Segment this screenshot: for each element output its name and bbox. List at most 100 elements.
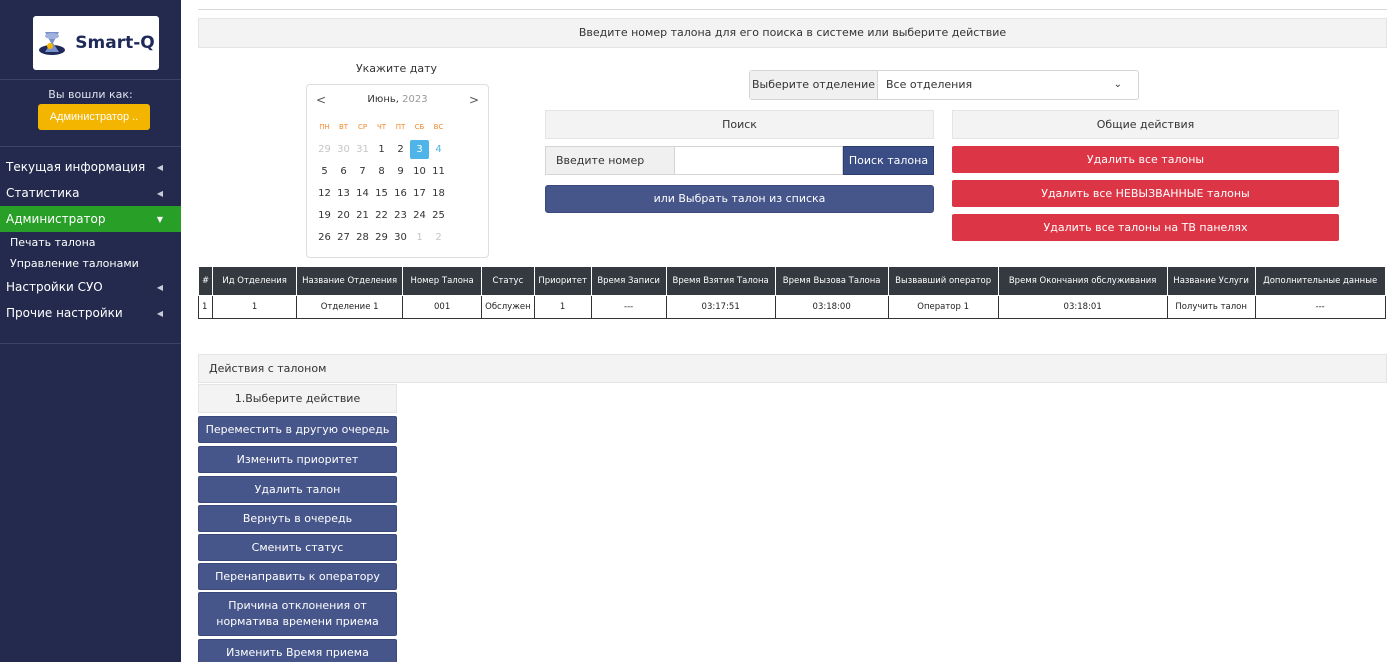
delete-tv-tickets-button[interactable]: Удалить все талоны на ТВ панелях	[952, 214, 1339, 241]
hourglass-logo-icon	[37, 28, 67, 58]
caret-left-icon: ◀	[156, 162, 163, 172]
sidebar-item-current-info[interactable]: Текущая информация ◀	[0, 154, 181, 180]
calendar-day[interactable]: 17	[410, 184, 429, 203]
calendar-day[interactable]: 7	[353, 162, 372, 181]
sidebar-item-label: Прочие настройки	[6, 306, 123, 320]
column-header[interactable]: Время Окончания обслуживания	[997, 266, 1168, 296]
column-header[interactable]: Приоритет	[533, 266, 592, 296]
sidebar-divider	[0, 79, 181, 80]
calendar-day[interactable]: 3	[410, 140, 429, 159]
instruction-banner: Введите номер талона для его поиска в си…	[198, 18, 1387, 48]
calendar-day[interactable]: 26	[315, 228, 334, 247]
calendar-day[interactable]: 20	[334, 206, 353, 225]
sidebar-item-administrator[interactable]: Администратор ▼	[0, 206, 181, 232]
calendar-day[interactable]: 8	[372, 162, 391, 181]
sidebar-item-other-settings[interactable]: Прочие настройки ◀	[0, 300, 181, 326]
column-header[interactable]: Дополнительные данные	[1254, 266, 1386, 296]
calendar-days: 29 30 31 1 2 3 4 5 6 7 8 9 10 11 12 13 14 15 16 17 18 19 20 21 2…	[315, 140, 485, 247]
calendar-day[interactable]: 15	[372, 184, 391, 203]
redirect-to-operator-button[interactable]: Перенаправить к оператору	[198, 563, 397, 590]
search-ticket-button[interactable]: Поиск талона	[843, 146, 934, 175]
calendar-day[interactable]: 12	[315, 184, 334, 203]
table-row[interactable]: 1 1 Отделение 1 001 Обслужен 1 --- 03:17…	[197, 295, 1386, 319]
calendar-day[interactable]: 2	[429, 228, 448, 247]
table-cell: Отделение 1	[296, 295, 404, 319]
delete-uncalled-tickets-button[interactable]: Удалить все НЕВЫЗВАННЫЕ талоны	[952, 180, 1339, 207]
calendar-day[interactable]: 19	[315, 206, 334, 225]
column-header[interactable]: Ид Отделения	[212, 266, 298, 296]
column-header[interactable]: Время Записи	[590, 266, 667, 296]
calendar-day[interactable]: 6	[334, 162, 353, 181]
chevron-right-icon[interactable]: >	[469, 93, 479, 107]
caret-left-icon: ◀	[156, 282, 163, 292]
calendar-day[interactable]: 29	[315, 140, 334, 159]
calendar-day[interactable]: 25	[429, 206, 448, 225]
sidebar-item-suo-settings[interactable]: Настройки СУО ◀	[0, 274, 181, 300]
column-header[interactable]: Время Взятия Талона	[665, 266, 776, 296]
table-header-row: # Ид Отделения Название Отделения Номер …	[197, 266, 1386, 296]
calendar-day[interactable]: 4	[429, 140, 448, 159]
calendar-day[interactable]: 1	[410, 228, 429, 247]
weekday-label: ЧТ	[376, 123, 387, 131]
user-button[interactable]: Администратор ..	[38, 104, 150, 130]
column-header[interactable]: Статус	[481, 266, 535, 296]
caret-down-icon: ▼	[156, 214, 163, 224]
calendar-day[interactable]: 13	[334, 184, 353, 203]
calendar-day[interactable]: 21	[353, 206, 372, 225]
weekday-label: ВТ	[338, 123, 349, 131]
move-to-queue-button[interactable]: Переместить в другую очередь	[198, 416, 397, 443]
sidebar-subitem-print-ticket[interactable]: Печать талона	[0, 232, 181, 253]
column-header[interactable]: Номер Талона	[402, 266, 483, 296]
sidebar-subitem-ticket-management[interactable]: Управление талонами	[0, 253, 181, 274]
search-header: Поиск	[545, 110, 934, 139]
table-cell: ---	[1254, 295, 1386, 319]
column-header[interactable]: Вызвавший оператор	[887, 266, 999, 296]
department-select[interactable]: Все отделения ⌄	[878, 71, 1138, 99]
delete-ticket-button[interactable]: Удалить талон	[198, 476, 397, 503]
change-reception-time-button[interactable]: Изменить Время приема	[198, 639, 397, 662]
ticket-number-input[interactable]	[675, 146, 843, 175]
sidebar-item-label: Настройки СУО	[6, 280, 103, 294]
sidebar-nav: Текущая информация ◀ Статистика ◀ Админи…	[0, 154, 181, 326]
department-value: Все отделения	[886, 78, 973, 91]
logo[interactable]: Smart-Q	[33, 16, 159, 70]
column-header[interactable]: #	[197, 266, 214, 296]
deviation-reason-button[interactable]: Причина отклонения от норматива времени …	[198, 592, 397, 636]
sidebar-item-statistics[interactable]: Статистика ◀	[0, 180, 181, 206]
calendar-day[interactable]: 27	[334, 228, 353, 247]
return-to-queue-button[interactable]: Вернуть в очередь	[198, 505, 397, 532]
calendar-day[interactable]: 9	[391, 162, 410, 181]
search-prefix-label: Введите номер талона	[545, 146, 675, 194]
calendar-day[interactable]: 1	[372, 140, 391, 159]
calendar-day[interactable]: 10	[410, 162, 429, 181]
column-header[interactable]: Название Отделения	[296, 266, 404, 296]
calendar-day[interactable]: 18	[429, 184, 448, 203]
search-group: Введите номер талона Поиск талона	[545, 146, 934, 194]
table-cell: Получить талон	[1166, 295, 1256, 319]
calendar-day[interactable]: 30	[334, 140, 353, 159]
column-header[interactable]: Название Услуги	[1166, 266, 1256, 296]
weekday-label: ВС	[433, 123, 444, 131]
calendar-day[interactable]: 24	[410, 206, 429, 225]
calendar-day[interactable]: 29	[372, 228, 391, 247]
change-status-button[interactable]: Сменить статус	[198, 534, 397, 561]
choose-action-title: 1.Выберите действие	[198, 384, 397, 413]
table-cell: 1	[533, 295, 592, 319]
calendar-day[interactable]: 31	[353, 140, 372, 159]
column-header[interactable]: Время Вызова Талона	[774, 266, 889, 296]
calendar-day[interactable]: 22	[372, 206, 391, 225]
calendar-day[interactable]: 23	[391, 206, 410, 225]
pick-from-list-button[interactable]: или Выбрать талон из списка	[545, 185, 934, 213]
calendar-day[interactable]: 14	[353, 184, 372, 203]
table-cell: 03:17:51	[665, 295, 776, 319]
calendar-day[interactable]: 30	[391, 228, 410, 247]
delete-all-tickets-button[interactable]: Удалить все талоны	[952, 146, 1339, 173]
department-label: Выберите отделение	[750, 71, 878, 99]
change-priority-button[interactable]: Изменить приоритет	[198, 446, 397, 473]
calendar-day[interactable]: 28	[353, 228, 372, 247]
calendar-day[interactable]: 2	[391, 140, 410, 159]
calendar-day[interactable]: 11	[429, 162, 448, 181]
calendar-month[interactable]: Июнь, 2023	[307, 94, 488, 105]
calendar-day[interactable]: 5	[315, 162, 334, 181]
calendar-day[interactable]: 16	[391, 184, 410, 203]
